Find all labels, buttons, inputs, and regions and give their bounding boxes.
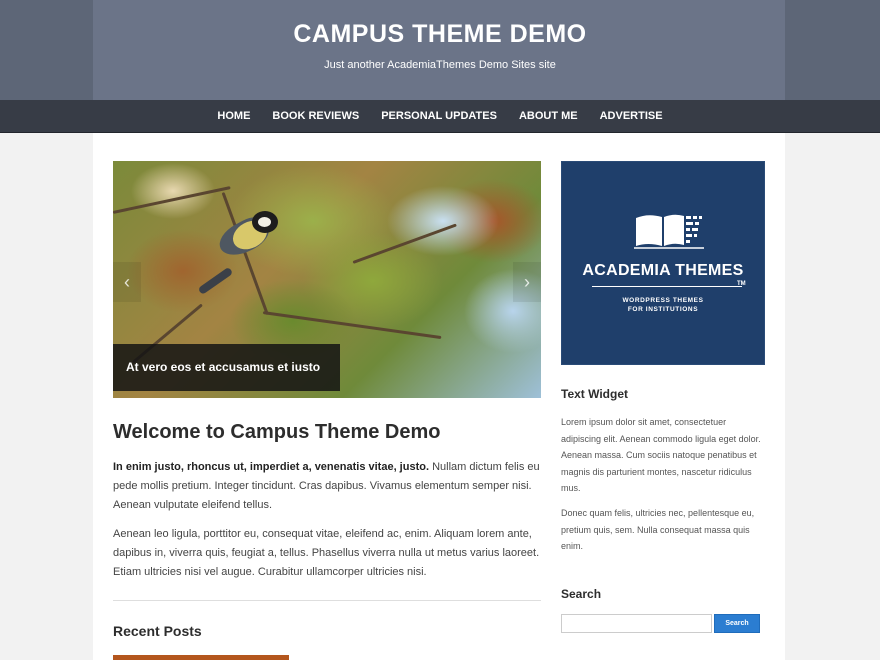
ad-subtitle-line: WORDPRESS THEMES	[622, 297, 704, 304]
recent-post-thumbnail[interactable]	[113, 655, 289, 660]
nav-item-personal-updates[interactable]: PERSONAL UPDATES	[370, 100, 508, 133]
text-widget-title: Text Widget	[561, 387, 629, 401]
search-widget-title: Search	[561, 587, 602, 601]
slider-branch	[113, 186, 231, 214]
second-paragraph: Aenean leo ligula, porttitor eu, consequ…	[113, 528, 540, 578]
text-widget-paragraph: Lorem ipsum dolor sit amet, consectetuer…	[561, 417, 761, 493]
ad-divider	[592, 286, 742, 287]
slider-prev-button[interactable]: ‹	[113, 262, 141, 302]
site-title[interactable]: CAMPUS THEME DEMO	[0, 20, 880, 49]
slider-caption[interactable]: At vero eos et accusamus et iusto odio	[113, 344, 340, 421]
site-header	[0, 0, 880, 100]
recent-posts-title: Recent Posts	[113, 623, 202, 639]
ad-subtitle-line: FOR INSTITUTIONS	[627, 306, 699, 313]
header-inner	[93, 0, 785, 100]
site-tagline: Just another AcademiaThemes Demo Sites s…	[324, 59, 556, 71]
ad-title: ACADEMIA THEMES	[582, 262, 744, 279]
slider-branch	[352, 223, 457, 264]
slider-next-button[interactable]: ›	[513, 262, 541, 302]
ad-trademark: TM	[737, 281, 746, 287]
nav-item-book-reviews[interactable]: BOOK REVIEWS	[261, 100, 370, 133]
bird-cheek	[258, 217, 271, 227]
slider-branch	[262, 311, 442, 340]
main-nav: HOME BOOK REVIEWS PERSONAL UPDATES ABOUT…	[0, 100, 880, 133]
text-widget-paragraph: Donec quam felis, ultricies nec, pellent…	[561, 508, 755, 551]
nav-item-about-me[interactable]: ABOUT ME	[508, 100, 589, 133]
ad-subtitle: WORDPRESS THEMES FOR INSTITUTIONS	[562, 296, 764, 314]
book-logo-icon	[634, 214, 704, 249]
section-divider	[113, 600, 541, 601]
nav-item-home[interactable]: HOME	[206, 100, 261, 133]
chevron-left-icon: ‹	[124, 272, 130, 292]
academia-themes-ad[interactable]: ACADEMIA THEMES TM WORDPRESS THEMES FOR …	[561, 161, 765, 365]
nav-items: HOME BOOK REVIEWS PERSONAL UPDATES ABOUT…	[0, 100, 880, 133]
search-button[interactable]: Search	[714, 614, 760, 633]
page-title: Welcome to Campus Theme Demo	[113, 421, 441, 443]
chevron-right-icon: ›	[524, 272, 530, 292]
nav-item-advertise[interactable]: ADVERTISE	[589, 100, 674, 133]
intro-bold-text: In enim justo, rhoncus ut, imperdiet a, …	[113, 461, 430, 473]
intro-paragraph: In enim justo, rhoncus ut, imperdiet a, …	[113, 458, 543, 515]
search-input[interactable]	[561, 614, 712, 633]
